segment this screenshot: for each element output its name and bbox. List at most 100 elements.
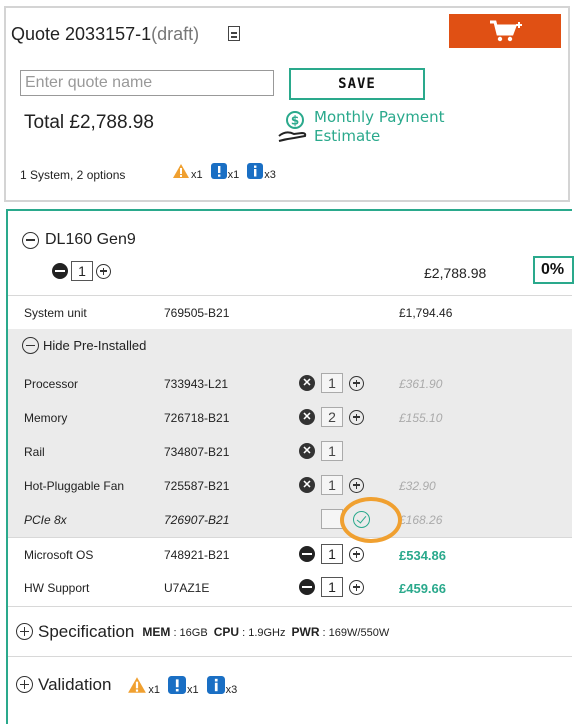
option-pn: 726907-B21	[164, 513, 230, 527]
expand-icon[interactable]	[16, 623, 33, 640]
option-qty[interactable]: 1	[321, 544, 343, 564]
error-badge[interactable]: x1	[168, 675, 199, 696]
check-icon[interactable]	[353, 510, 370, 528]
option-name: PCIe 8x	[24, 513, 67, 527]
error-count: x1	[227, 169, 240, 181]
increase-qty-button[interactable]	[349, 546, 364, 562]
option-price: £459.66	[399, 581, 446, 596]
table-row: Processor 733943-L21 ✕ 1 £361.90	[8, 367, 572, 401]
hide-preinstalled-label: Hide Pre-Installed	[43, 338, 147, 353]
warning-icon	[173, 164, 189, 178]
validation-label: Validation	[38, 674, 112, 694]
option-qty[interactable]	[321, 509, 343, 529]
table-row: Rail 734807-B21 ✕ 1	[8, 435, 572, 469]
specification-label: Specification	[38, 621, 135, 641]
info-icon	[247, 163, 264, 179]
increase-qty-button[interactable]	[349, 375, 364, 391]
option-price: £155.10	[399, 411, 443, 425]
info-badge[interactable]: x3	[247, 163, 276, 181]
quote-number: Quote 2033157-1	[11, 24, 152, 44]
warning-count: x1	[148, 683, 161, 696]
payment-hand-icon: $	[278, 111, 307, 142]
system-unit-row: System unit 769505-B21 £1,794.46	[8, 295, 572, 329]
option-name: Memory	[24, 411, 68, 425]
quote-status: (draft)	[151, 24, 200, 44]
unit-name: System unit	[24, 306, 87, 320]
option-qty[interactable]: 1	[321, 577, 343, 597]
option-name: Rail	[24, 445, 45, 459]
remove-option-button[interactable]: ✕	[299, 443, 315, 459]
increase-qty-button[interactable]	[349, 409, 364, 425]
monthly-payment-link[interactable]: $ Monthly Payment Estimate	[276, 108, 445, 146]
collapse-icon[interactable]	[22, 231, 39, 249]
validation-row[interactable]: Validation x1 x1 x3	[8, 656, 572, 712]
exclamation-icon	[168, 675, 187, 694]
decrease-qty-button[interactable]	[52, 263, 68, 279]
system-qty-stepper: 1	[52, 261, 111, 281]
remove-option-button[interactable]: ✕	[299, 375, 315, 391]
error-count: x1	[187, 683, 199, 696]
increase-qty-button[interactable]	[349, 579, 364, 595]
info-badge[interactable]: x3	[206, 675, 237, 696]
option-price: £168.26	[399, 513, 443, 527]
option-pn: 734807-B21	[164, 445, 230, 459]
table-row: PCIe 8x 726907-B21 £168.26	[8, 503, 572, 537]
option-name: Hot-Pluggable Fan	[24, 479, 125, 493]
warning-badge[interactable]: x1	[172, 163, 203, 181]
quote-total: Total £2,788.98	[24, 112, 154, 133]
option-price: £32.90	[399, 479, 436, 493]
save-button[interactable]: SAVE	[289, 68, 425, 100]
table-row: Microsoft OS 748921-B21 1 £534.86	[8, 537, 572, 571]
error-badge[interactable]: x1	[210, 163, 240, 181]
exclamation-icon	[210, 163, 227, 179]
option-name: Processor	[24, 377, 79, 391]
info-icon	[206, 675, 225, 694]
option-price: £361.90	[399, 377, 443, 391]
option-qty[interactable]: 1	[321, 373, 343, 393]
discount-field[interactable]: 0%	[533, 256, 574, 284]
option-qty[interactable]: 1	[321, 475, 343, 495]
quote-name-input[interactable]	[20, 70, 274, 96]
option-name: Microsoft OS	[24, 548, 94, 562]
warning-icon	[128, 676, 147, 693]
expand-icon[interactable]	[16, 676, 33, 693]
hide-preinstalled-toggle[interactable]: Hide Pre-Installed	[22, 337, 146, 354]
document-icon[interactable]	[228, 26, 240, 41]
quote-summary: 1 System, 2 options	[20, 168, 126, 182]
decrease-qty-button[interactable]	[299, 579, 315, 595]
collapse-icon	[22, 337, 39, 354]
quote-title: Quote 2033157-1(draft)	[11, 24, 199, 45]
spec-cpu: CPU : 1.9GHz	[213, 624, 286, 639]
option-qty[interactable]: 1	[321, 441, 343, 461]
system-name: DL160 Gen9	[45, 231, 136, 248]
add-to-cart-button[interactable]	[449, 14, 561, 48]
warning-badge[interactable]: x1	[127, 676, 161, 696]
option-qty[interactable]: 2	[321, 407, 343, 427]
specification-row[interactable]: Specification MEM : 16GB CPU : 1.9GHz PW…	[8, 606, 572, 656]
remove-option-button[interactable]: ✕	[299, 409, 315, 425]
system-panel: DL160 Gen9 1 £2,788.98 0% System unit 76…	[6, 209, 574, 724]
option-pn: 733943-L21	[164, 377, 229, 391]
unit-price: £1,794.46	[399, 306, 453, 320]
system-qty-input[interactable]: 1	[71, 261, 93, 281]
decrease-qty-button[interactable]	[299, 546, 315, 562]
increase-qty-button[interactable]	[96, 263, 111, 279]
system-header[interactable]: DL160 Gen9	[22, 231, 136, 249]
info-count: x3	[264, 169, 276, 181]
remove-option-button[interactable]: ✕	[299, 477, 315, 493]
system-price: £2,788.98	[424, 265, 487, 281]
quote-panel: Quote 2033157-1(draft) SAVE Total £2,788…	[4, 6, 570, 202]
spec-mem: MEM : 16GB	[142, 624, 208, 639]
option-pn: 748921-B21	[164, 548, 230, 562]
spec-pwr: PWR : 169W/550W	[291, 624, 390, 639]
svg-text:$: $	[291, 114, 299, 128]
option-price: £534.86	[399, 548, 446, 563]
unit-pn: 769505-B21	[164, 306, 230, 320]
option-pn: 726718-B21	[164, 411, 230, 425]
table-row: Hot-Pluggable Fan 725587-B21 ✕ 1 £32.90	[8, 469, 572, 503]
option-pn: 725587-B21	[164, 479, 230, 493]
table-row: Memory 726718-B21 ✕ 2 £155.10	[8, 401, 572, 435]
monthly-line1: Monthly Payment	[314, 108, 445, 126]
quote-badges: x1 x1 x3	[172, 163, 284, 181]
increase-qty-button[interactable]	[349, 477, 364, 493]
